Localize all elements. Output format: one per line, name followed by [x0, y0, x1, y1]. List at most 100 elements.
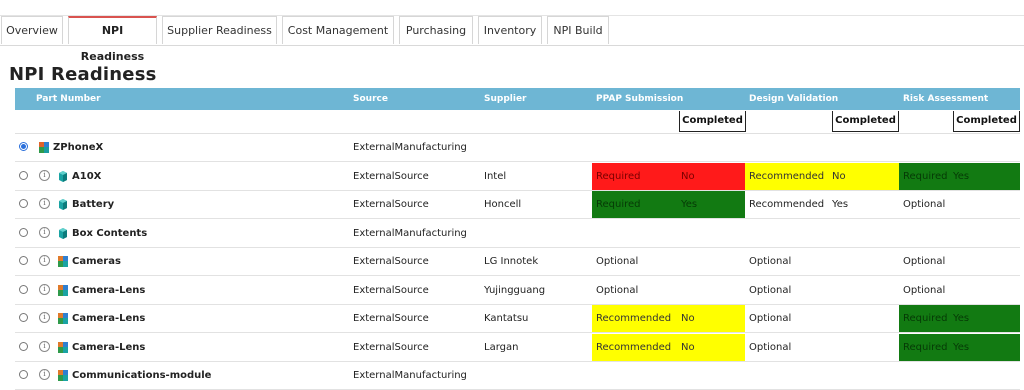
row-select-radio[interactable]: [19, 370, 28, 379]
ppap-cell[interactable]: Optional: [592, 248, 745, 275]
part-number[interactable]: ZPhoneX: [53, 142, 103, 153]
design-cell[interactable]: Optional: [745, 305, 899, 332]
info-icon[interactable]: i: [39, 255, 50, 266]
grid-subheader: Completed Completed Completed: [15, 110, 1020, 134]
ppap-cell[interactable]: Recommended No: [592, 305, 745, 332]
table-row[interactable]: i Communications-module ExternalManufactur…: [15, 362, 1020, 390]
table-row[interactable]: i Camera-Lens ExternalSource Yujingguang Opt…: [15, 277, 1020, 305]
ppap-cell[interactable]: Required Yes: [592, 191, 745, 218]
ppap-cell[interactable]: Optional: [592, 277, 745, 304]
ppap-cell[interactable]: [592, 362, 745, 389]
ppap-cell[interactable]: Recommended No: [592, 333, 745, 361]
source-value: ExternalManufacturing: [353, 142, 467, 153]
tab-supplier-readiness[interactable]: Supplier Readiness: [162, 16, 277, 44]
risk-cell[interactable]: [899, 134, 1020, 161]
part-number[interactable]: Communications-module: [72, 370, 211, 381]
row-select-radio[interactable]: [19, 199, 28, 208]
row-select-radio[interactable]: [19, 341, 28, 351]
ppap-level: Optional: [596, 256, 639, 267]
tab-npi-build[interactable]: NPI Build: [547, 16, 609, 44]
table-row[interactable]: ZPhoneX ExternalManufacturing: [15, 134, 1020, 162]
assembly-icon: [58, 284, 68, 296]
tab-cost-management[interactable]: Cost Management: [282, 16, 394, 44]
part-number[interactable]: Cameras: [72, 256, 121, 267]
risk-completed-header[interactable]: Completed: [953, 111, 1020, 132]
top-bar: [0, 0, 1024, 16]
part-number[interactable]: Camera-Lens: [72, 342, 145, 353]
risk-cell[interactable]: Optional: [899, 248, 1020, 275]
column-header-risk-assessment[interactable]: Risk Assessment: [903, 94, 988, 104]
design-level: Optional: [749, 341, 792, 353]
risk-cell[interactable]: Required Yes: [899, 162, 1020, 190]
row-select-radio[interactable]: [19, 256, 28, 265]
tab-purchasing[interactable]: Purchasing: [399, 16, 473, 44]
risk-cell[interactable]: Optional: [899, 277, 1020, 304]
ppap-status: Yes: [681, 199, 698, 210]
row-select-radio[interactable]: [19, 170, 28, 180]
design-cell[interactable]: [745, 220, 899, 247]
table-row[interactable]: i Box Contents ExternalManufacturing: [15, 220, 1020, 248]
supplier-value: Honcell: [484, 199, 522, 210]
ppap-status: No: [681, 341, 695, 353]
risk-level: Required: [903, 313, 948, 324]
design-cell[interactable]: Optional: [745, 334, 899, 361]
row-select-radio[interactable]: [19, 227, 28, 237]
design-cell[interactable]: Recommended No: [745, 162, 899, 190]
column-header-ppap-submission[interactable]: PPAP Submission: [596, 94, 683, 104]
design-cell[interactable]: Recommended Yes: [745, 191, 899, 218]
ppap-status: No: [681, 170, 695, 182]
design-cell[interactable]: Optional: [745, 248, 899, 275]
tab-overview[interactable]: Overview: [1, 16, 63, 44]
info-icon[interactable]: i: [39, 369, 50, 380]
ppap-status: No: [681, 313, 695, 324]
ppap-level: Optional: [596, 284, 639, 296]
risk-cell[interactable]: Optional: [899, 191, 1020, 218]
ppap-cell[interactable]: [592, 134, 745, 161]
table-row[interactable]: i A10X ExternalSource Intel Required No Recomm…: [15, 162, 1020, 191]
risk-cell[interactable]: Required Yes: [899, 333, 1020, 361]
risk-cell[interactable]: [899, 362, 1020, 389]
column-header-part-number[interactable]: Part Number: [36, 94, 101, 104]
risk-cell[interactable]: Required Yes: [899, 305, 1020, 332]
row-select-radio[interactable]: [19, 142, 28, 151]
row-select-radio[interactable]: [19, 284, 28, 294]
info-icon[interactable]: i: [39, 226, 50, 238]
row-select-radio[interactable]: [19, 313, 28, 322]
design-cell[interactable]: [745, 134, 899, 161]
tab-inventory[interactable]: Inventory: [478, 16, 542, 44]
part-number[interactable]: Camera-Lens: [72, 313, 145, 324]
design-cell[interactable]: [745, 362, 899, 389]
info-icon[interactable]: i: [39, 169, 50, 181]
ppap-completed-header[interactable]: Completed: [679, 111, 746, 132]
info-icon[interactable]: i: [39, 283, 50, 295]
source-value: ExternalSource: [353, 341, 429, 353]
part-number[interactable]: Battery: [72, 199, 114, 210]
info-icon[interactable]: i: [39, 198, 50, 209]
risk-cell[interactable]: [899, 220, 1020, 247]
table-row[interactable]: i Camera-Lens ExternalSource Largan Recommen…: [15, 333, 1020, 362]
ppap-level: Required: [596, 170, 641, 182]
column-header-supplier[interactable]: Supplier: [484, 94, 527, 104]
column-header-source[interactable]: Source: [353, 94, 388, 104]
design-cell[interactable]: Optional: [745, 277, 899, 304]
part-number[interactable]: A10X: [72, 171, 101, 182]
part-number[interactable]: Camera-Lens: [72, 285, 145, 296]
ppap-level: Required: [596, 199, 641, 210]
part-number[interactable]: Box Contents: [72, 228, 147, 239]
design-completed-header[interactable]: Completed: [832, 111, 899, 132]
source-value: ExternalManufacturing: [353, 370, 467, 381]
info-icon[interactable]: i: [39, 312, 50, 323]
source-value: ExternalManufacturing: [353, 227, 467, 239]
info-icon[interactable]: i: [39, 340, 50, 352]
ppap-cell[interactable]: [592, 220, 745, 247]
design-status: Yes: [832, 199, 849, 210]
table-row[interactable]: i Camera-Lens ExternalSource Kantatsu Recomm…: [15, 305, 1020, 333]
tab-npi-readiness[interactable]: NPI Readiness: [68, 16, 157, 63]
design-level: Recommended: [749, 170, 825, 182]
table-row[interactable]: i Battery ExternalSource Honcell Required Yes…: [15, 191, 1020, 219]
column-header-design-validation[interactable]: Design Validation: [749, 94, 838, 104]
risk-status: Yes: [953, 313, 970, 324]
table-row[interactable]: i Cameras ExternalSource LG Innotek Optional…: [15, 248, 1020, 276]
ppap-cell[interactable]: Required No: [592, 162, 745, 190]
design-level: Optional: [749, 313, 792, 324]
